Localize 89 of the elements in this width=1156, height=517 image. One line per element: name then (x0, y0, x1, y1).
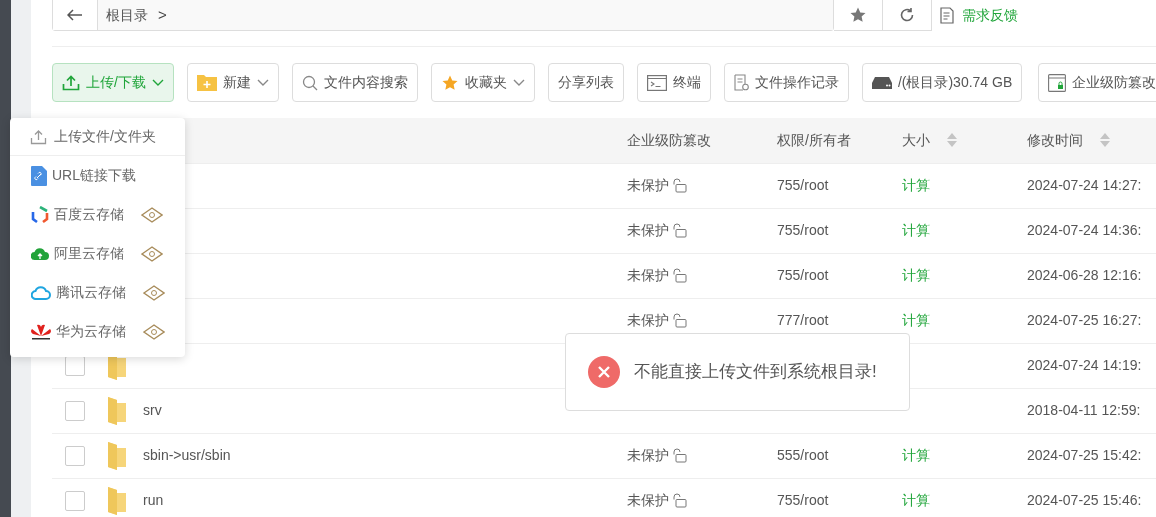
path-separator[interactable]: > (158, 3, 167, 27)
flower-logo-icon (31, 322, 51, 341)
unlocked-padlock-icon (673, 268, 687, 283)
back-arrow-icon (67, 9, 83, 21)
modified-time: 2024-07-24 14:27: (1027, 177, 1142, 193)
calculate-size-link[interactable]: 计算 (902, 447, 930, 463)
refresh-icon (900, 7, 914, 22)
toolbar-button[interactable]: 文件内容搜索 (291, 63, 418, 102)
calculate-size-link[interactable]: 计算 (902, 492, 930, 509)
window-lock-icon (1048, 73, 1067, 92)
refresh-button[interactable] (883, 0, 932, 31)
upload-icon (30, 128, 47, 145)
permissions-text: 755/root (777, 492, 829, 509)
toolbar-button[interactable]: 终端 (636, 63, 711, 102)
star-button[interactable] (834, 0, 883, 31)
protection-status: 未保护 (627, 176, 669, 195)
calculate-size-link[interactable]: 计算 (902, 312, 930, 328)
checkbox[interactable] (65, 400, 85, 421)
upload-icon (62, 74, 80, 91)
modified-time: 2024-07-24 14:36: (1027, 222, 1142, 238)
unlocked-padlock-icon (673, 313, 687, 328)
cloud-upload-icon (31, 246, 49, 261)
column-header: 修改时间 (1027, 130, 1083, 150)
modified-time: 2024-06-28 12:16: (1027, 267, 1142, 283)
error-icon (588, 356, 620, 388)
modified-time: 2024-07-25 15:42: (1027, 447, 1142, 463)
search-icon (301, 74, 318, 91)
file-name[interactable]: sbin->usr/sbin (143, 447, 231, 463)
protection-status: 未保护 (627, 221, 669, 240)
unlocked-padlock-icon (673, 493, 687, 509)
calculate-size-link[interactable]: 计算 (902, 177, 930, 193)
hard-drive-icon (871, 76, 892, 89)
permissions-text: 555/root (777, 447, 829, 463)
sort-icon (946, 132, 958, 149)
star-icon (850, 7, 866, 22)
menu-item[interactable]: 腾讯云存储 (10, 273, 185, 312)
protection-status: 未保护 (627, 491, 669, 511)
toolbar-button[interactable]: 企业级防篡改 (1038, 63, 1156, 102)
unlocked-padlock-icon (673, 448, 687, 463)
path-segment[interactable]: 根目录 (106, 4, 148, 26)
permissions-text: 755/root (777, 267, 829, 283)
permissions-text: 755/root (777, 177, 829, 193)
toast-text: 不能直接上传文件到系统根目录! (634, 361, 877, 384)
checkbox[interactable] (65, 490, 85, 511)
file-name[interactable]: srv (143, 402, 162, 418)
folder-plus-icon (196, 74, 217, 91)
toolbar-button[interactable]: 新建 (186, 63, 279, 102)
protection-status: 未保护 (627, 446, 669, 465)
toolbar-button[interactable]: 文件操作记录 (723, 63, 849, 102)
cloud-icon (31, 285, 51, 300)
menu-item[interactable]: 百度云存储 (10, 195, 185, 234)
checkbox[interactable] (65, 355, 85, 376)
calculate-size-link[interactable]: 计算 (902, 267, 930, 283)
column-header: 企业级防篡改 (627, 130, 711, 150)
folder-icon (107, 440, 127, 471)
back-button[interactable] (53, 0, 98, 30)
document-clock-icon (733, 74, 749, 91)
folder-icon (107, 395, 127, 426)
file-name[interactable]: run (143, 492, 164, 509)
protection-status: 未保护 (627, 311, 669, 330)
modified-time: 2018-04-11 12:59: (1027, 402, 1141, 418)
modified-time: 2024-07-24 14:19: (1027, 357, 1142, 373)
hexagon-logo-icon (31, 205, 49, 224)
menu-item[interactable]: 华为云存储 (10, 312, 185, 351)
toolbar-button[interactable]: /(根目录)30.74 GB (861, 63, 1023, 102)
column-header: 大小 (902, 130, 930, 150)
permissions-text: 755/root (777, 222, 829, 238)
document-icon (940, 6, 954, 24)
folder-icon (107, 485, 127, 516)
caret-icon (151, 78, 164, 87)
unlocked-padlock-icon (673, 178, 687, 193)
sort-icon (1099, 132, 1111, 149)
unlocked-padlock-icon (673, 223, 687, 238)
modified-time: 2024-07-25 16:27: (1027, 312, 1142, 328)
toolbar-button[interactable]: 收藏夹 (430, 63, 535, 102)
column-header: 权限/所有者 (777, 130, 851, 150)
menu-item[interactable]: 阿里云存储 (10, 234, 185, 273)
menu-item[interactable]: URL链接下载 (10, 156, 185, 195)
link-file-icon (31, 165, 47, 186)
toolbar-button[interactable]: 分享列表 (547, 63, 624, 102)
protection-status: 未保护 (627, 266, 669, 285)
terminal-icon (646, 74, 667, 91)
caret-icon (256, 78, 269, 87)
checkbox[interactable] (65, 445, 85, 466)
feedback-link[interactable]: 需求反馈 (962, 4, 1018, 26)
permissions-text: 777/root (777, 312, 829, 328)
modified-time: 2024-07-25 15:46: (1027, 492, 1142, 509)
caret-icon (512, 78, 525, 87)
calculate-size-link[interactable]: 计算 (902, 222, 930, 238)
